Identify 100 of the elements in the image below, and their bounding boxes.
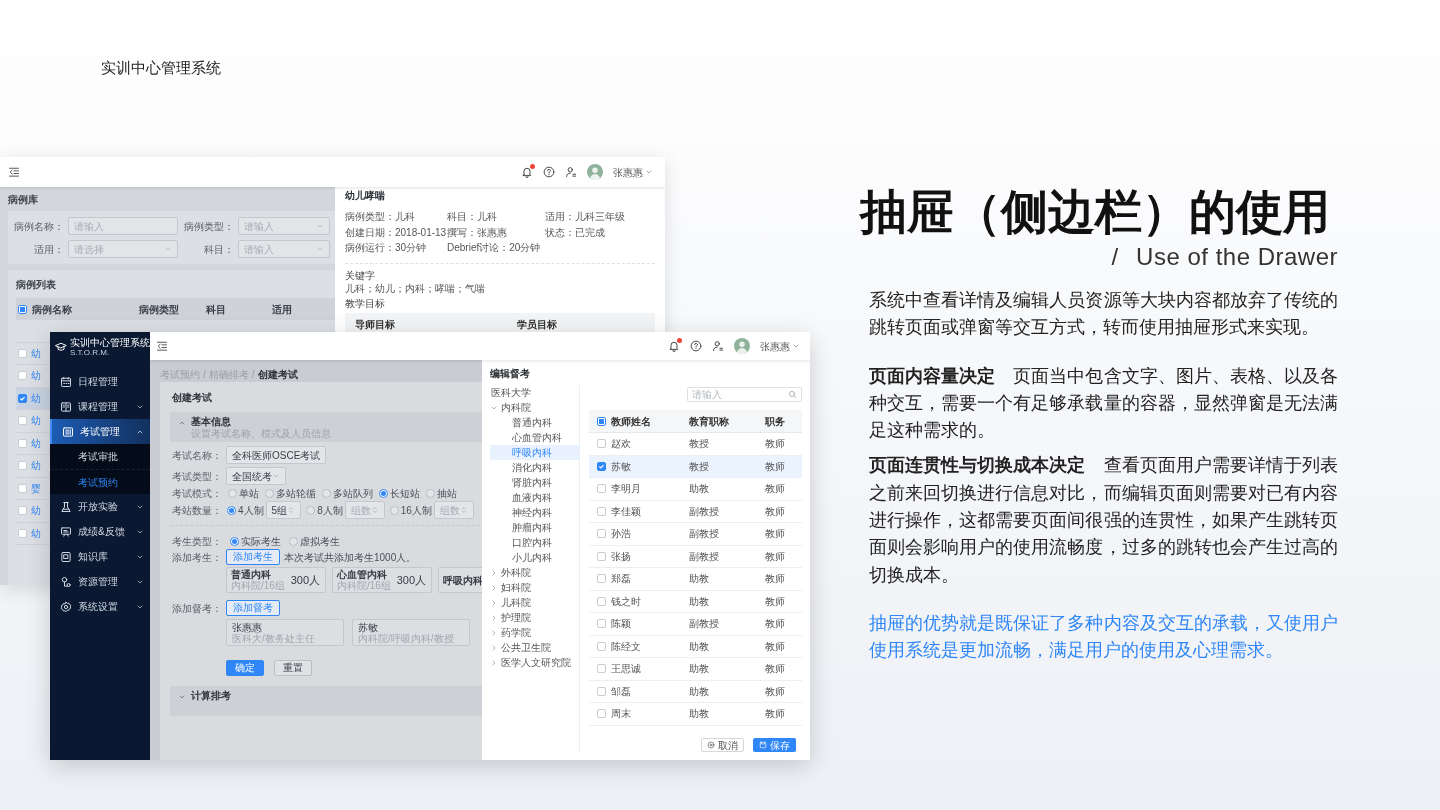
checkbox[interactable] (597, 416, 606, 426)
checkbox[interactable] (18, 528, 27, 538)
tree-item[interactable]: 医科大学 (490, 385, 579, 400)
checkbox[interactable] (18, 371, 27, 381)
sidebar-item[interactable]: 成绩&反馈 (50, 519, 150, 544)
checkbox[interactable] (597, 686, 606, 696)
table-row[interactable]: 陈经文 助教 教师 (589, 635, 802, 658)
sidebar-item[interactable]: 日程管理 (50, 369, 150, 394)
tree-item[interactable]: 神经内科 (490, 505, 579, 520)
collapse-menu-icon[interactable] (156, 340, 168, 352)
checkbox[interactable] (18, 438, 27, 448)
select-field[interactable]: 全国统考 (226, 467, 286, 485)
sidebar-item[interactable]: 系统设置 (50, 594, 150, 619)
sidebar-item[interactable]: 知识库 (50, 544, 150, 569)
bell-icon[interactable] (668, 340, 680, 352)
tree-item[interactable]: 医学人文研究院 (490, 655, 579, 670)
table-row[interactable]: 赵欢 教授 教师 (589, 433, 802, 456)
tree-item[interactable]: 普通内科 (490, 415, 579, 430)
tree-item[interactable]: 儿科院 (490, 595, 579, 610)
tree-item[interactable]: 妇科院 (490, 580, 579, 595)
radio-button[interactable] (426, 488, 435, 498)
table-row[interactable]: 苏敏 教授 教师 (589, 455, 802, 478)
tree-item[interactable]: 肾脏内科 (490, 475, 579, 490)
table-row[interactable]: 陈颖 副教授 教师 (589, 613, 802, 636)
bell-icon[interactable] (521, 166, 533, 178)
table-row[interactable]: 张扬 副教授 教师 (589, 545, 802, 568)
users-icon[interactable] (565, 166, 577, 178)
radio-button[interactable] (322, 488, 331, 498)
tree-item[interactable]: 药学院 (490, 625, 579, 640)
table-row[interactable]: 李佳颖 副教授 教师 (589, 500, 802, 523)
collapse-menu-icon[interactable] (8, 166, 20, 178)
help-icon[interactable] (543, 166, 555, 178)
checkbox[interactable] (597, 551, 606, 561)
tree-item[interactable]: 肿瘤内科 (490, 520, 579, 535)
radio-button[interactable] (227, 505, 236, 515)
chevron-down-icon[interactable] (645, 168, 653, 176)
submenu-item[interactable]: 考试审批 (50, 444, 150, 469)
sidebar-item[interactable]: 资源管理 (50, 569, 150, 594)
save-button[interactable]: 保存 (753, 738, 796, 752)
reset-button[interactable]: 重置 (274, 660, 312, 676)
users-icon[interactable] (712, 340, 724, 352)
input-field[interactable]: 全科医师OSCE考试 (226, 446, 327, 464)
radio-button[interactable] (265, 488, 274, 498)
tree-item[interactable]: 口腔内科 (490, 535, 579, 550)
document-icon (62, 425, 74, 438)
tree-item[interactable]: 护理院 (490, 610, 579, 625)
checkbox[interactable] (597, 641, 606, 651)
checkbox[interactable] (18, 506, 27, 516)
table-row[interactable]: 王思诚 助教 教师 (589, 658, 802, 681)
checkbox[interactable] (597, 439, 606, 449)
checkbox[interactable] (597, 461, 606, 471)
table-row[interactable]: 周末 助教 教师 (589, 703, 802, 726)
checkbox[interactable] (597, 484, 606, 494)
table-row[interactable]: 郑磊 助教 教师 (589, 568, 802, 591)
table-row[interactable]: 孙浩 副教授 教师 (589, 523, 802, 546)
checkbox[interactable] (597, 506, 606, 516)
checkbox[interactable] (597, 574, 606, 584)
radio-button[interactable] (228, 488, 237, 498)
user-name[interactable]: 张惠惠 (613, 164, 643, 180)
radio-button[interactable] (389, 505, 399, 515)
checkbox[interactable] (18, 483, 27, 493)
number-field[interactable]: 5组 (265, 501, 302, 519)
chevron-down-icon[interactable] (792, 342, 800, 350)
checkbox[interactable] (18, 461, 27, 471)
table-row[interactable]: 钱之时 助教 教师 (589, 590, 802, 613)
checkbox[interactable] (597, 596, 606, 606)
confirm-button[interactable]: 确定 (226, 660, 264, 676)
help-icon[interactable] (690, 340, 702, 352)
sidebar-item[interactable]: 课程管理 (50, 394, 150, 419)
table-cell-text: 钱之时 (611, 594, 642, 609)
table-cell-text: 张扬 (611, 549, 632, 564)
sidebar-item[interactable]: 开放实验 (50, 494, 150, 519)
radio-button[interactable] (306, 505, 316, 515)
tree-item[interactable]: 公共卫生院 (490, 640, 579, 655)
checkbox[interactable] (597, 529, 606, 539)
table-row[interactable]: 李明月 助教 教师 (589, 478, 802, 501)
tree-item[interactable]: 外科院 (490, 565, 579, 580)
checkbox[interactable] (18, 304, 27, 314)
cancel-button[interactable]: 取消 (701, 738, 744, 752)
radio-button[interactable] (289, 536, 298, 546)
user-name[interactable]: 张惠惠 (760, 338, 790, 354)
tree-item[interactable]: 内科院 (490, 400, 579, 415)
avatar-icon[interactable] (587, 164, 603, 180)
sidebar-item[interactable]: 考试管理 (50, 419, 150, 444)
tree-item[interactable]: 小儿内科 (490, 550, 579, 565)
tree-item[interactable]: 血液内科 (490, 490, 579, 505)
checkbox[interactable] (18, 393, 27, 403)
table-row[interactable]: 邹磊 助教 教师 (589, 680, 802, 703)
checkbox[interactable] (18, 416, 27, 426)
checkbox[interactable] (597, 619, 606, 629)
checkbox[interactable] (18, 348, 27, 358)
avatar-icon[interactable] (734, 338, 750, 354)
radio-button[interactable] (379, 488, 388, 498)
checkbox[interactable] (597, 664, 606, 674)
tree-item[interactable]: 心血管内科 (490, 430, 579, 445)
radio-button[interactable] (230, 536, 239, 546)
section-header[interactable]: 计算排考 (170, 686, 482, 716)
table-cell-text: 孙浩 (611, 527, 632, 542)
tree-item[interactable]: 消化内科 (490, 460, 579, 475)
checkbox[interactable] (597, 709, 606, 719)
